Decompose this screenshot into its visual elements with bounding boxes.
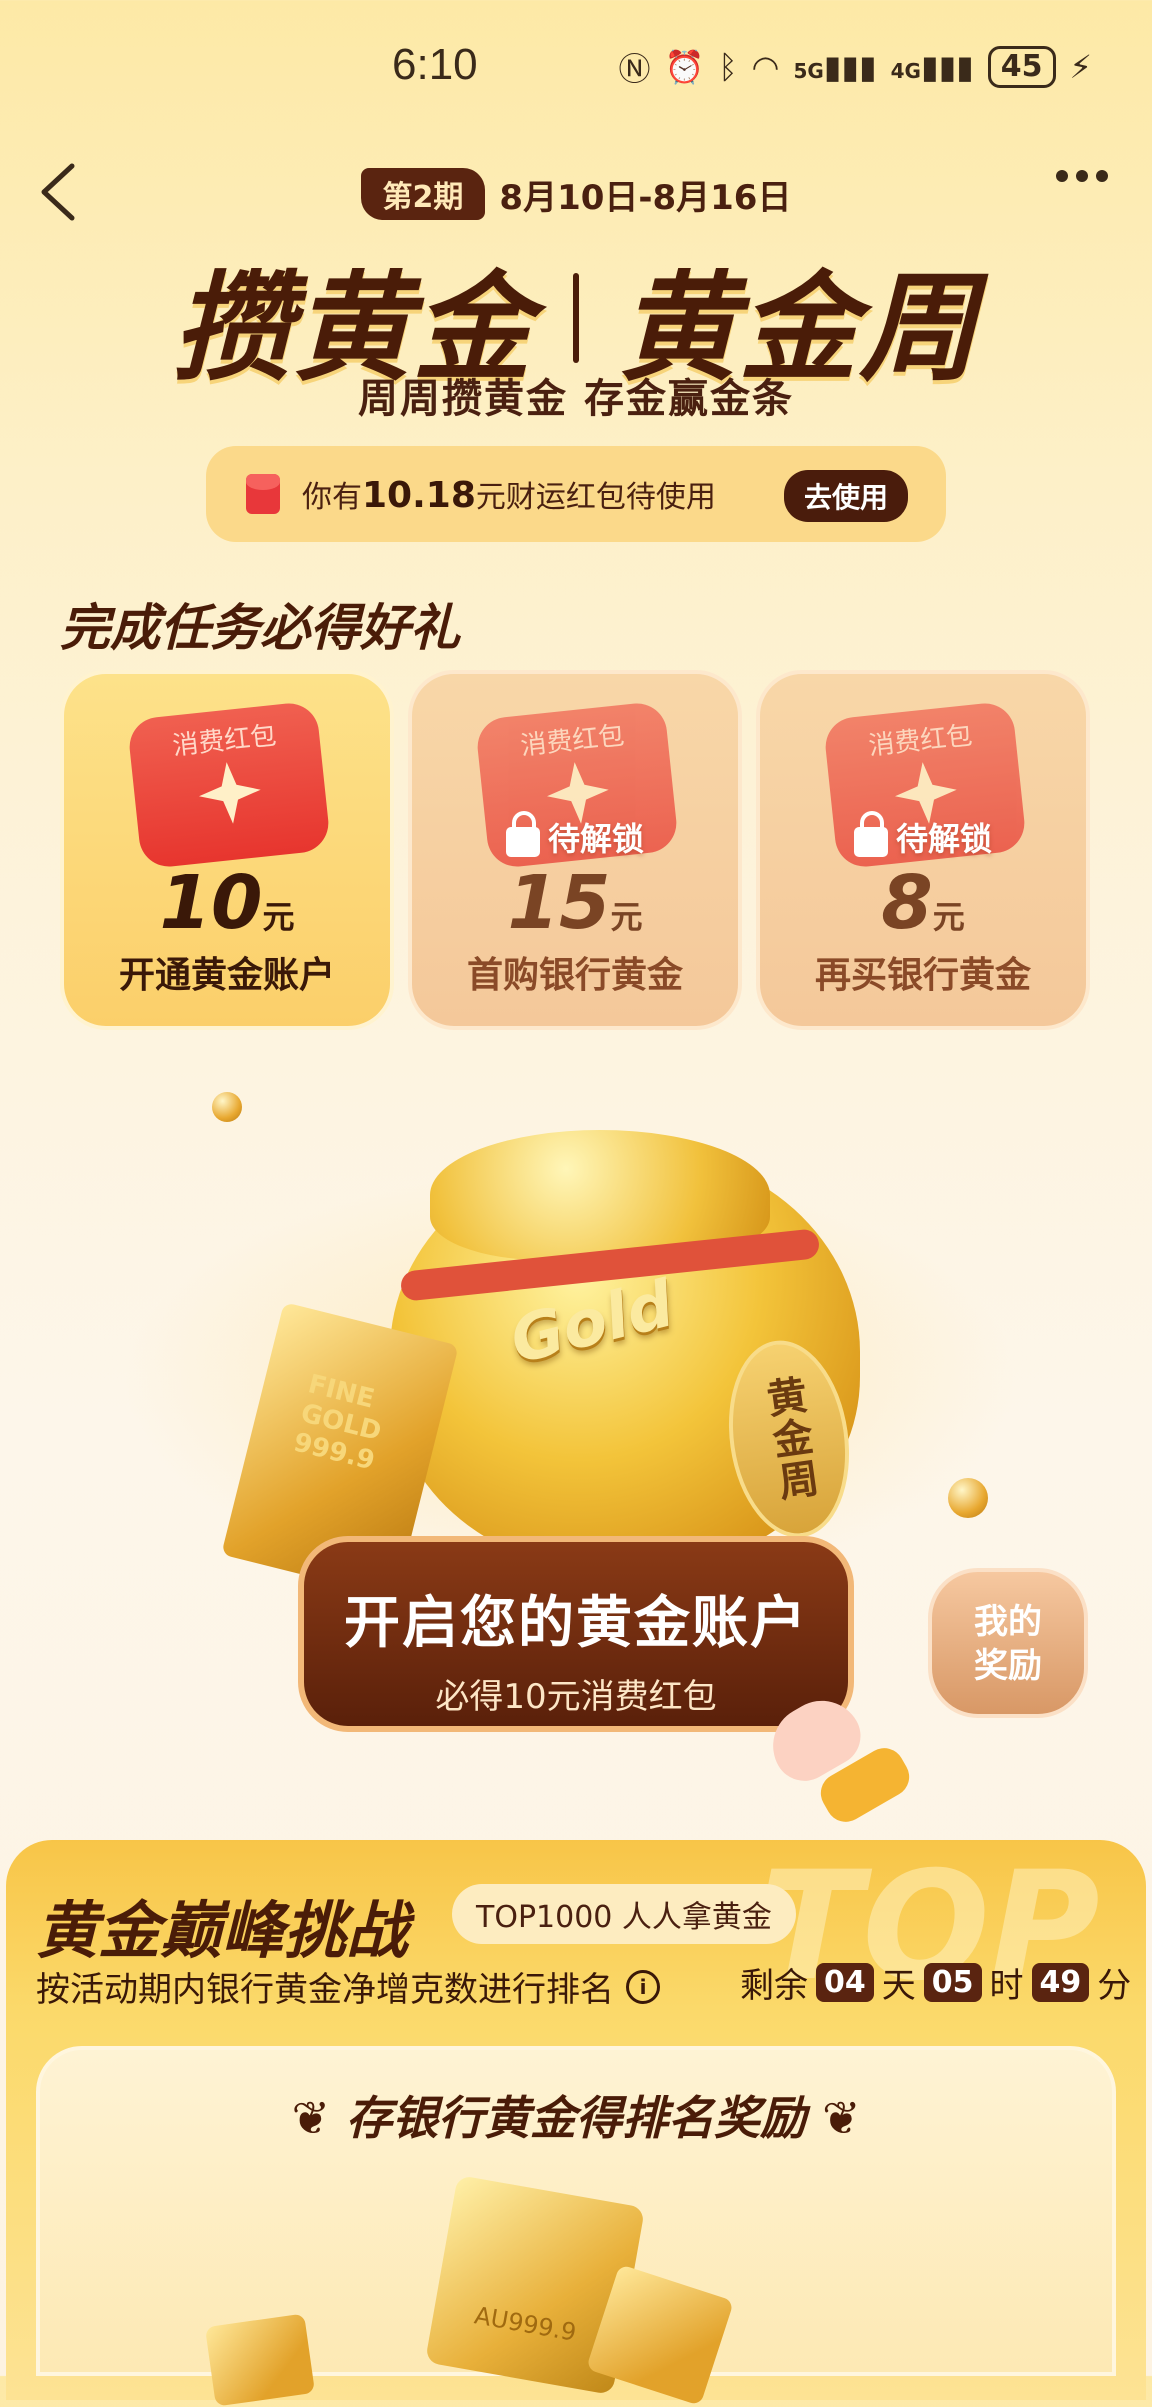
notice-prefix: 你有 xyxy=(302,480,362,515)
countdown-days: 04 xyxy=(816,1963,874,2002)
countdown-hours: 05 xyxy=(923,1963,982,2002)
rewards-line2: 奖励 xyxy=(974,1646,1042,1686)
laurel-right-icon: ❦ xyxy=(806,2091,861,2145)
task-label: 再买银行黄金 xyxy=(814,955,1031,996)
cta-subtitle: 必得10元消费红包 xyxy=(435,1677,717,1717)
seal-text: 黄金周 xyxy=(757,1373,821,1505)
info-icon[interactable]: i xyxy=(626,1969,660,2004)
lock-label: 待解锁 xyxy=(547,820,644,858)
signal-4g-icon: 4G▮▮▮ xyxy=(890,48,974,86)
notice-amount: 10.18 xyxy=(362,475,476,516)
page-subtitle: 周周攒黄金 存金赢金条 xyxy=(358,376,794,422)
red-packet-notice[interactable]: 你有10.18元财运红包待使用 去使用 xyxy=(206,446,946,542)
gold-orb xyxy=(212,1092,242,1122)
nfc-icon: Ⓝ xyxy=(618,50,651,88)
charging-icon: ⚡ xyxy=(1069,48,1092,86)
lock-icon xyxy=(505,811,540,857)
tasks-section-title: 完成任务必得好礼 xyxy=(60,599,460,657)
countdown-days-unit: 天 xyxy=(881,1966,916,2006)
packet-label: 消费红包 xyxy=(171,720,278,762)
bluetooth-icon: ᛒ xyxy=(718,48,738,86)
countdown: 剩余 04 天 05 时 49 分 xyxy=(740,1958,1131,2007)
signal-5g-icon: 5G▮▮▮ xyxy=(793,48,877,86)
red-packet-icon xyxy=(246,474,280,514)
title-divider xyxy=(573,272,579,363)
period-badge: 第2期 xyxy=(360,168,486,220)
challenge-title: 黄金巅峰挑战 xyxy=(36,1894,409,1967)
rank-description: 按活动期内银行黄金净增克数进行排名 i xyxy=(36,1962,660,2011)
alarm-icon: ⏰ xyxy=(664,48,705,86)
open-account-button[interactable]: 开启您的黄金账户 必得10元消费红包 xyxy=(298,1536,854,1732)
status-icons: Ⓝ ⏰ ᛒ ◠ 5G▮▮▮ 4G▮▮▮ 45 ⚡ xyxy=(618,44,1092,90)
wifi-icon: ◠ xyxy=(751,48,780,86)
rewards-line1: 我的 xyxy=(974,1602,1042,1642)
lock-label: 待解锁 xyxy=(895,820,992,858)
countdown-hours-unit: 时 xyxy=(989,1966,1024,2006)
locked-indicator: 待解锁 xyxy=(412,811,738,860)
use-now-button[interactable]: 去使用 xyxy=(783,470,908,522)
task-amount: 8元 xyxy=(760,860,1086,946)
task-amount-value: 10 xyxy=(159,860,263,946)
top-badge: TOP1000 人人拿黄金 xyxy=(452,1884,796,1944)
task-amount-unit: 元 xyxy=(932,898,965,936)
countdown-minutes-unit: 分 xyxy=(1097,1966,1132,2006)
ranking-reward-title-text: 存银行黄金得排名奖励 xyxy=(346,2091,806,2145)
laurel-left-icon: ❦ xyxy=(291,2091,346,2145)
battery-icon: 45 xyxy=(987,46,1056,88)
task-card-first-purchase[interactable]: 消费红包 待解锁 15元 首购银行黄金 xyxy=(408,670,742,1030)
task-card-repurchase[interactable]: 消费红包 待解锁 8元 再买银行黄金 xyxy=(756,670,1090,1030)
notice-suffix: 元财运红包待使用 xyxy=(475,480,716,515)
countdown-prefix: 剩余 xyxy=(740,1966,808,2006)
period-dates: 8月10日-8月16日 xyxy=(499,177,792,218)
red-packet-image: 消费红包 xyxy=(126,700,332,870)
locked-indicator: 待解锁 xyxy=(760,811,1086,860)
my-rewards-button[interactable]: 我的 奖励 xyxy=(928,1568,1088,1718)
period-row: 第2期 8月10日-8月16日 xyxy=(0,168,1152,220)
task-amount-value: 8 xyxy=(881,860,933,946)
countdown-minutes: 49 xyxy=(1031,1963,1090,2002)
task-amount-unit: 元 xyxy=(610,898,643,936)
gold-bar-image xyxy=(204,2313,316,2407)
status-time: 6:10 xyxy=(392,40,478,89)
packet-label: 消费红包 xyxy=(867,720,974,762)
task-card-open-account[interactable]: 消费红包 10元 开通黄金账户 xyxy=(60,670,394,1030)
packet-label: 消费红包 xyxy=(519,720,626,762)
task-amount-unit: 元 xyxy=(262,898,295,936)
rank-description-text: 按活动期内银行黄金净增克数进行排名 xyxy=(36,1970,614,2010)
task-label: 首购银行黄金 xyxy=(466,955,683,996)
task-amount: 15元 xyxy=(412,860,738,946)
task-amount: 10元 xyxy=(64,860,390,946)
task-amount-value: 15 xyxy=(507,860,611,946)
notice-text: 你有10.18元财运红包待使用 xyxy=(302,472,716,516)
ranking-reward-title: ❦ 存银行黄金得排名奖励 ❦ xyxy=(0,2082,1152,2148)
gold-orb xyxy=(948,1478,988,1518)
task-label: 开通黄金账户 xyxy=(118,955,335,996)
lock-icon xyxy=(853,811,888,857)
cta-title: 开启您的黄金账户 xyxy=(344,1591,808,1656)
sparkle-icon xyxy=(196,759,264,827)
